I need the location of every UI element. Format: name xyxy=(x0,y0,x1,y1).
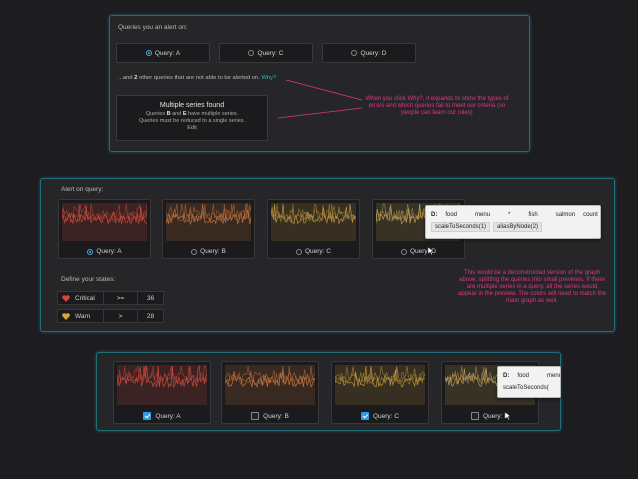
radio-icon xyxy=(191,248,198,255)
sparkline-bg xyxy=(225,365,315,405)
card-label: Query: A xyxy=(59,248,150,255)
checkbox-icon[interactable] xyxy=(251,412,260,420)
path-word: food xyxy=(517,373,530,379)
tooltip-functions: scaleToSeconds( xyxy=(498,382,560,394)
heart-icon xyxy=(62,294,70,302)
warn-state-row: Warn > 28 xyxy=(57,309,164,323)
label-text: Query: B xyxy=(263,412,289,420)
card-label: Query: C xyxy=(332,412,428,420)
operator-select[interactable]: > xyxy=(104,310,138,322)
label-text: Query: C xyxy=(304,248,331,255)
tooltip-letter: D: xyxy=(503,373,510,379)
panel-title: Alert on query: xyxy=(61,186,104,193)
checkbox-icon[interactable] xyxy=(143,412,152,420)
query-d-tooltip: D: food menu scaleToSeconds( xyxy=(497,366,561,398)
function-chip: aliasByNode(2) xyxy=(493,222,543,232)
state-name: Warn xyxy=(58,310,104,322)
preview-card-b[interactable]: Query: B xyxy=(162,199,255,259)
state-label: Critical xyxy=(75,294,95,302)
function-chip: scaleToSeconds(1) xyxy=(431,222,491,232)
checkbox-icon[interactable] xyxy=(360,412,369,420)
path-word: salmon xyxy=(555,212,576,218)
preview-card-a[interactable]: Query: A xyxy=(113,361,211,424)
path-word: food xyxy=(445,212,458,218)
label-text: Query: A xyxy=(155,412,181,420)
path-word: count xyxy=(583,212,598,218)
multi-select-panel: Query: A Query: B Query: C Query: D D: f… xyxy=(96,352,561,431)
why-annotation: When you click Why?, it expands to show … xyxy=(365,96,509,116)
query-d-tooltip: D: food menu * fish salmon count scaleTo… xyxy=(425,205,601,239)
card-label: Query: D xyxy=(373,248,464,255)
card-label: Query: B xyxy=(163,248,254,255)
card-label: Query: D xyxy=(442,412,538,420)
card-label: Query: B xyxy=(222,412,318,420)
radio-icon xyxy=(87,248,94,255)
sparkline-b xyxy=(166,203,251,241)
sparkline-c xyxy=(271,203,356,241)
state-label: Warn xyxy=(75,312,91,320)
threshold-input[interactable]: 28 xyxy=(138,310,163,322)
sparkline-b xyxy=(225,365,315,405)
cursor-icon xyxy=(505,412,511,420)
checkbox-icon[interactable] xyxy=(470,412,479,420)
sparkline-bg xyxy=(62,203,147,241)
label-text: Query: B xyxy=(200,248,226,255)
function-text: scaleToSeconds( xyxy=(503,385,549,391)
sparkline-a xyxy=(62,203,147,241)
tooltip-letter: D: xyxy=(431,212,438,218)
sparkline-bg xyxy=(335,365,425,405)
threshold-input[interactable]: 36 xyxy=(138,292,163,304)
preview-card-c[interactable]: Query: C xyxy=(267,199,360,259)
card-label: Query: C xyxy=(268,248,359,255)
radio-icon xyxy=(295,248,302,255)
label-text: Query: A xyxy=(96,248,122,255)
radio-icon xyxy=(400,248,407,255)
label-text: Query: C xyxy=(372,412,399,420)
path-word: menu xyxy=(547,373,561,379)
states-title: Define your states: xyxy=(61,276,116,283)
preview-card-a[interactable]: Query: A xyxy=(58,199,151,259)
cursor-icon xyxy=(428,247,434,255)
path-word: * xyxy=(508,212,511,218)
preview-card-b[interactable]: Query: B xyxy=(221,361,319,424)
critical-state-row: Critical >= 36 xyxy=(57,291,164,305)
preview-card-c[interactable]: Query: C xyxy=(331,361,429,424)
tooltip-path: D: food menu * fish salmon count xyxy=(426,209,600,221)
state-name: Critical xyxy=(58,292,104,304)
path-word: fish xyxy=(528,212,538,218)
operator-select[interactable]: >= xyxy=(104,292,138,304)
deconstructed-annotation: This would be a deconstructed version of… xyxy=(458,270,606,304)
tooltip-path: D: food menu xyxy=(498,370,560,382)
card-label: Query: A xyxy=(114,412,210,420)
alert-on-query-panel: Alert on query: Query: A Query: B Query:… xyxy=(40,178,615,332)
sparkline-c xyxy=(335,365,425,405)
sparkline-a xyxy=(117,365,207,405)
tooltip-functions: scaleToSeconds(1) aliasByNode(2) xyxy=(426,221,600,233)
path-word: menu xyxy=(475,212,491,218)
heart-icon xyxy=(62,312,70,320)
